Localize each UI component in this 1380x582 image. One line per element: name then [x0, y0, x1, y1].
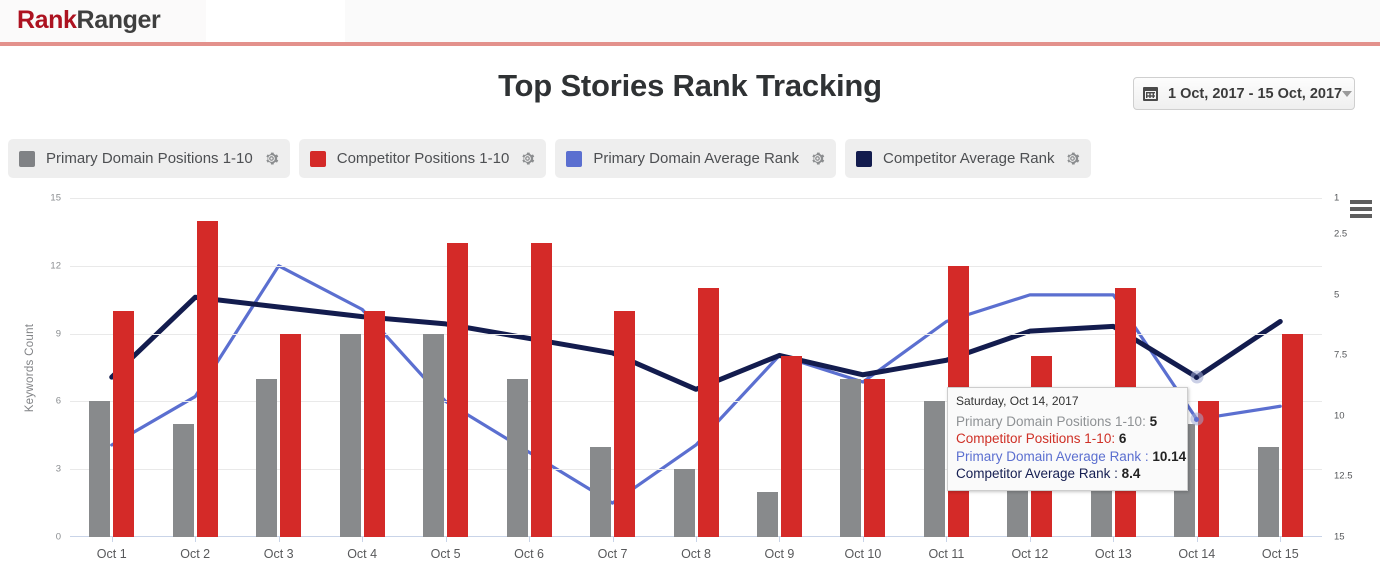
x-axis-tick-label: Oct 15 — [1261, 547, 1299, 561]
tooltip-row-value: 8.4 — [1121, 466, 1141, 481]
legend-item-0[interactable]: Primary Domain Positions 1-10 — [8, 139, 290, 178]
date-range-label: 1 Oct, 2017 - 15 Oct, 2017 — [1168, 85, 1343, 102]
y-axis-left-tick: 9 — [55, 328, 61, 340]
chart-hover-marker — [1190, 412, 1204, 426]
chart-bar[interactable] — [780, 356, 802, 537]
tooltip-row-label: Primary Domain Positions 1-10: — [956, 413, 1146, 429]
y-axis-left-tick: 12 — [50, 260, 61, 272]
y-axis-left-tick: 6 — [55, 395, 61, 407]
x-axis-tick-label: Oct 3 — [263, 547, 294, 561]
x-axis-tick-label: Oct 13 — [1094, 547, 1132, 561]
legend-item-3[interactable]: Competitor Average Rank — [845, 139, 1092, 178]
x-axis-tick-label: Oct 7 — [597, 547, 628, 561]
legend-color-swatch — [19, 150, 35, 167]
gear-icon[interactable] — [520, 151, 535, 166]
chart-area: Keywords Count Rank 0369121512.557.51012… — [0, 190, 1380, 582]
gear-icon[interactable] — [264, 151, 279, 166]
chart-tooltip: Saturday, Oct 14, 2017 Primary Domain Po… — [947, 387, 1188, 491]
y-axis-right-tick: 15 — [1334, 531, 1345, 543]
legend-color-swatch — [566, 150, 583, 167]
chart-bar[interactable] — [339, 333, 361, 537]
y-axis-left-tick: 0 — [55, 531, 61, 543]
chart-bar[interactable] — [590, 446, 612, 537]
chart-bar[interactable] — [280, 333, 302, 537]
y-axis-right-tick: 2.5 — [1334, 228, 1348, 240]
y-axis-right-tick: 1 — [1334, 192, 1340, 204]
x-axis-tick-label: Oct 4 — [347, 547, 378, 561]
chart-bar[interactable] — [1257, 446, 1279, 537]
tooltip-row-3: Competitor Average Rank : 8.4 — [956, 465, 1179, 483]
chart-bar[interactable] — [756, 491, 778, 537]
chart-bar[interactable] — [506, 378, 528, 537]
gridline — [70, 198, 1322, 199]
chevron-down-icon — [1342, 90, 1353, 97]
tooltip-row-2: Primary Domain Average Rank : 10.14 — [956, 448, 1186, 466]
x-axis-tick-label: Oct 11 — [928, 547, 965, 561]
x-axis-tick-label: Oct 5 — [430, 547, 461, 561]
chart-bar[interactable] — [614, 311, 636, 537]
tooltip-row-value: 6 — [1118, 431, 1127, 446]
topbar-right-panel — [345, 0, 1380, 42]
x-axis-tick-label: Oct 9 — [764, 547, 795, 561]
y-axis-right-tick: 7.5 — [1334, 349, 1348, 361]
gear-icon[interactable] — [810, 151, 825, 166]
x-axis-tick-label: Oct 8 — [681, 547, 711, 561]
tooltip-row-value: 5 — [1149, 413, 1158, 429]
calendar-icon — [1143, 86, 1158, 101]
y-axis-right-tick: 12.5 — [1334, 470, 1353, 482]
x-axis-tick-label: Oct 12 — [1011, 547, 1049, 561]
y-axis-left-tick: 3 — [55, 463, 61, 475]
tooltip-row-1: Competitor Positions 1-10: 6 — [956, 430, 1179, 448]
legend-item-label: Primary Domain Positions 1-10 — [46, 150, 253, 167]
legend-color-swatch — [856, 150, 872, 167]
logo-text-ranger: Ranger — [76, 6, 161, 34]
chart-bar[interactable] — [113, 311, 135, 537]
chart-bar[interactable] — [363, 311, 385, 537]
rank-tracking-dashboard: RankRanger Top Stories Rank Tracking 1 O… — [0, 0, 1380, 582]
legend-item-label: Competitor Average Rank — [883, 150, 1055, 167]
top-navigation-bar: RankRanger — [0, 0, 1380, 46]
x-axis-tick-label: Oct 6 — [514, 547, 544, 561]
legend-color-swatch — [309, 150, 326, 167]
chart-bar[interactable] — [864, 378, 886, 537]
chart-bar[interactable] — [1281, 333, 1303, 537]
chart-bar[interactable] — [530, 243, 552, 537]
tooltip-row-0: Primary Domain Positions 1-10: 5 — [956, 413, 1179, 431]
x-axis-tick-label: Oct 1 — [96, 547, 127, 561]
tooltip-row-label: Competitor Positions 1-10: — [956, 431, 1116, 446]
chart-bar[interactable] — [447, 243, 469, 537]
logo-text-rank: Rank — [17, 6, 77, 34]
chart-menu-icon[interactable] — [1350, 200, 1372, 218]
x-axis-tick-label: Oct 2 — [180, 547, 211, 561]
y-axis-right-tick: 5 — [1334, 289, 1340, 301]
gear-icon[interactable] — [1065, 151, 1080, 166]
chart-bar[interactable] — [256, 378, 278, 537]
chart-bar[interactable] — [673, 469, 695, 537]
tooltip-row-label: Competitor Average Rank : — [956, 466, 1118, 481]
gridline — [70, 265, 1322, 267]
y-axis-right-tick: 10 — [1334, 410, 1345, 422]
chart-bar[interactable] — [196, 220, 218, 537]
legend-item-label: Primary Domain Average Rank — [593, 150, 799, 167]
legend-bar: Primary Domain Positions 1-10 Competitor … — [8, 139, 1092, 178]
chart-bar[interactable] — [172, 424, 194, 537]
chart-bar[interactable] — [697, 288, 719, 537]
date-range-picker[interactable]: 1 Oct, 2017 - 15 Oct, 2017 — [1133, 77, 1355, 110]
legend-item-2[interactable]: Primary Domain Average Rank — [555, 139, 836, 178]
tooltip-date: Saturday, Oct 14, 2017 — [956, 394, 1079, 408]
y-axis-left-title: Keywords Count — [24, 323, 36, 412]
chart-bar[interactable] — [89, 401, 111, 537]
y-axis-left-tick: 15 — [50, 192, 61, 204]
tooltip-row-label: Primary Domain Average Rank : — [956, 448, 1149, 464]
legend-item-label: Competitor Positions 1-10 — [336, 150, 510, 167]
chart-bar[interactable] — [840, 378, 862, 537]
x-axis-tick-label: Oct 10 — [844, 547, 882, 561]
rankranger-logo[interactable]: RankRanger — [17, 6, 161, 35]
chart-bar[interactable] — [423, 333, 445, 537]
chart-bar[interactable] — [923, 401, 945, 537]
legend-item-1[interactable]: Competitor Positions 1-10 — [298, 139, 547, 178]
chart-hover-marker — [1190, 370, 1204, 384]
x-axis-tick-label: Oct 14 — [1178, 547, 1216, 561]
tooltip-row-value: 10.14 — [1152, 448, 1187, 464]
